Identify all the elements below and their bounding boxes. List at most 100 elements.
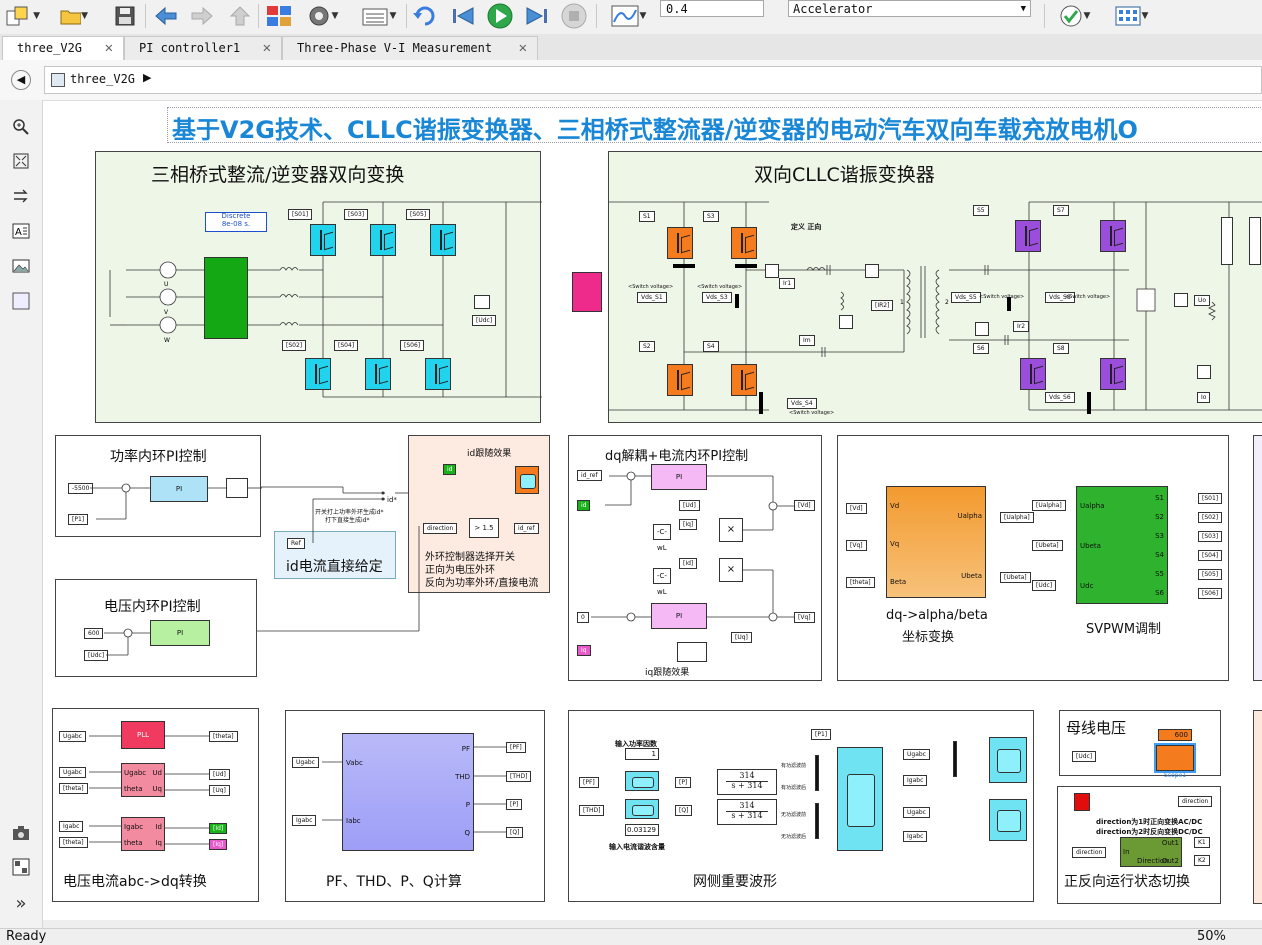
pf-calc-area[interactable]: Ugabc Igabc Vabc Iabc PF THD P Q [PF] [T… [285,710,545,902]
id-tracking-area[interactable]: id跟随效果 id direction > 1.5 id_ref 外环控制器选择… [408,435,550,593]
mosfet-s2[interactable] [667,364,693,396]
display-pf[interactable]: 1 [625,748,659,760]
vi-measurement-block[interactable] [204,257,248,339]
from-s8[interactable]: S8 [1053,343,1069,354]
current-sensor-out[interactable] [1197,365,1211,379]
lowpass-filter-p[interactable]: 314 s + 314 [717,769,777,795]
model-canvas[interactable]: 基于V2G技术、CLLC谐振变换器、三相桥式整流器/逆变器的电动汽车双向车载充放… [43,101,1262,928]
diode-right-1[interactable] [1221,217,1233,265]
from-thd[interactable]: [THD] [579,805,605,816]
stop-time-input[interactable]: 0.4 [660,0,764,17]
abc-dq-area[interactable]: Ugabc PLL [theta] Ugabc [theta] Ugabc th… [52,708,259,902]
goto-ir1[interactable]: Ir1 [779,278,796,289]
arrange-arrows-icon[interactable] [11,187,31,205]
scope-ui[interactable] [989,737,1027,783]
from-igabc-w[interactable]: Igabc [903,775,928,786]
breadcrumb[interactable]: three_V2G ▶ [44,66,1262,94]
from-s7[interactable]: S7 [1053,205,1069,216]
goto-s02[interactable]: [S02] [282,340,307,351]
goto-k1[interactable]: K1 [1194,837,1210,848]
close-icon[interactable]: ✕ [263,37,271,59]
saturation-block[interactable] [226,478,248,498]
image-icon[interactable] [11,257,31,275]
library-browser-icon[interactable] [264,3,294,29]
grid-icon[interactable]: ▼ [1106,3,1156,29]
voltage-loop-area[interactable]: 电压内环PI控制 600 [Udc] PI [55,579,257,677]
goto-s05[interactable]: [S05] [406,209,431,220]
mux-2[interactable] [815,803,819,839]
igbt-s03[interactable] [370,224,396,256]
goto-k2[interactable]: K2 [1194,855,1210,866]
pi-controller-voltage[interactable]: PI [150,620,210,646]
open-folder-icon[interactable]: ▼ [58,3,88,29]
goto-s04[interactable]: [S04] [334,340,359,351]
goto-vds-s1[interactable]: Vds_S1 [637,292,667,303]
scope-pf[interactable] [625,771,659,791]
dq-decoupling-area[interactable]: dq解耦+电流内环PI控制 id_ref id PI [Ud] [Iq] -C-… [568,435,822,681]
simulation-mode-select[interactable]: Accelerator ▼ [788,0,1031,17]
goto-uo[interactable]: Uo [1194,295,1211,306]
update-icon[interactable] [410,3,442,29]
current-sensor-4[interactable] [975,322,989,336]
run-icon[interactable] [484,3,516,29]
mosfet-s7[interactable] [1100,220,1126,252]
goto-s06[interactable]: [S06] [400,340,425,351]
model-title-annotation[interactable]: 基于V2G技术、CLLC谐振变换器、三相桥式整流器/逆变器的电动汽车双向车载充放… [167,107,1262,144]
from-s1[interactable]: S1 [639,211,655,222]
igbt-s02[interactable] [305,358,331,390]
mosfet-s8[interactable] [1100,358,1126,390]
pi-controller-power[interactable]: PI [150,476,208,502]
scope-pq[interactable] [837,747,883,851]
mosfet-s1[interactable] [667,227,693,259]
step-back-icon[interactable] [448,3,480,29]
fit-to-view-icon[interactable] [11,152,31,170]
from-direction[interactable]: direction [423,523,458,534]
from-q[interactable]: [Q] [675,805,693,816]
close-icon[interactable]: ✕ [105,37,113,59]
ipark-svpwm-area[interactable]: [Vd] [Vq] [theta] Vd Vq Beta Ualpha Ubet… [837,435,1229,681]
direction-constant[interactable] [1074,793,1090,811]
goto-ualpha[interactable]: [Ualpha] [1000,512,1034,523]
current-sensor-1[interactable] [765,264,779,278]
from-igabc-w2[interactable]: Igabc [903,831,928,842]
stop-icon[interactable] [558,3,590,29]
from-pf[interactable]: [PF] [579,777,599,788]
inverse-park-block[interactable]: Vd Vq Beta Ualpha Ubeta [886,486,986,598]
goto-udc[interactable]: [Udc] [472,315,497,326]
goto-vds-s6[interactable]: Vds_S6 [1045,392,1075,403]
from-ugabc-w2[interactable]: Ugabc [903,807,930,818]
current-sensor-2[interactable] [865,264,879,278]
goto-so1[interactable]: [S01] [1198,493,1223,504]
from-udc-2[interactable]: [Udc] [1032,580,1057,591]
goto-so4[interactable]: [S04] [1198,550,1223,561]
const-ref[interactable]: Ref [287,538,305,549]
from-s3[interactable]: S3 [703,211,719,222]
goto-vds-s4[interactable]: Vds_S4 [787,398,817,409]
goto-so5[interactable]: [S05] [1198,569,1223,580]
goto-so3[interactable]: [S03] [1198,531,1223,542]
save-icon[interactable] [112,3,138,29]
chevron-right-icon[interactable]: ▶ [143,71,151,84]
direction-subsystem[interactable]: In Out1 Out2 Direction [1120,837,1182,867]
grid-wave-area[interactable]: 输入功率因数 1 [PF] [THD] 0.03129 输入电流谐波含量 [P]… [568,710,1034,902]
igbt-s01[interactable] [310,224,336,256]
step-forward-icon[interactable] [520,3,552,29]
svpwm-block[interactable]: Ualpha Ubeta Udc S1 S2 S3 S4 S5 S6 [1076,486,1168,604]
dc-link-capacitor[interactable] [572,272,602,312]
voltage-sensor-out[interactable] [1174,293,1188,307]
from-theta[interactable]: [theta] [846,577,875,588]
bus-voltage-area[interactable]: 母线电压 [Udc] 600 Scope1 [1059,710,1221,779]
power-loop-area[interactable]: 功率内环PI控制 -5500 [P1] PI [55,435,262,537]
tab-three-phase-vi-measurement[interactable]: Three-Phase V-I Measurement ✕ [282,36,538,60]
zoom-in-icon[interactable] [11,118,31,136]
model-browser-icon[interactable] [11,858,31,876]
goto-s03[interactable]: [S03] [344,209,369,220]
mux-3[interactable] [953,741,957,777]
tab-pi-controller1[interactable]: PI controller1 ✕ [124,36,282,60]
annotation-icon[interactable]: A [11,222,31,240]
breadcrumb-label[interactable]: three_V2G [70,72,135,86]
display-thd[interactable]: 0.03129 [625,824,659,836]
area-icon[interactable] [11,292,31,310]
goto-io[interactable]: Io [1197,392,1211,403]
from-s6[interactable]: S6 [973,343,989,354]
